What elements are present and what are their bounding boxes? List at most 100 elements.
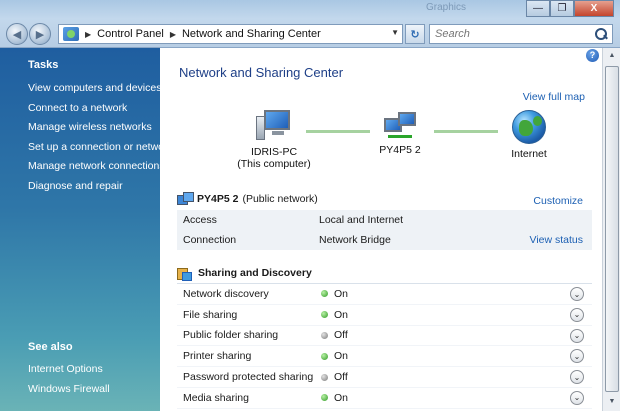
refresh-icon: ↻ (410, 28, 420, 41)
network-row-access: Access Local and Internet (177, 210, 592, 230)
task-setup-connection[interactable]: Set up a connection or network (28, 138, 173, 158)
status-on-icon (321, 394, 328, 402)
address-dropdown-icon[interactable]: ▼ (391, 28, 399, 37)
network-icon (382, 110, 418, 140)
sharing-row-printer-sharing: Printer sharing On ⌄ (177, 346, 592, 368)
search-box[interactable] (429, 24, 613, 44)
setting-label: Public folder sharing (183, 329, 279, 342)
setting-label: Printer sharing (183, 350, 252, 363)
maximize-button[interactable]: ❐ (550, 0, 574, 17)
map-network-name: PY4P5 2 (379, 144, 421, 156)
task-manage-wireless[interactable]: Manage wireless networks (28, 118, 160, 138)
search-icon[interactable] (594, 27, 608, 41)
scroll-thumb[interactable] (605, 66, 619, 392)
scroll-down-arrow-icon[interactable]: ▼ (605, 395, 619, 409)
task-view-computers[interactable]: View computers and devices (28, 79, 161, 99)
refresh-button[interactable]: ↻ (405, 24, 425, 44)
expand-chevron-icon[interactable]: ⌄ (570, 370, 584, 385)
setting-label: Network discovery (183, 287, 269, 300)
map-node-internet[interactable]: Internet (504, 110, 554, 160)
sharing-heading: Sharing and Discovery (198, 266, 312, 279)
map-link (434, 130, 498, 133)
sharing-row-public-folder: Public folder sharing Off ⌄ (177, 326, 592, 347)
vertical-scrollbar[interactable]: ▲ ▼ (602, 48, 620, 411)
network-type: (Public network) (242, 193, 318, 205)
setting-label: Password protected sharing (183, 371, 314, 384)
network-header: PY4P5 2 (Public network) (177, 188, 592, 210)
forward-button[interactable]: ▶ (29, 23, 51, 45)
background-window-title: Graphics (426, 2, 467, 13)
setting-state: Off (334, 329, 348, 342)
forward-arrow-icon: ▶ (35, 28, 45, 41)
back-button[interactable]: ◀ (6, 23, 28, 45)
setting-state: On (334, 391, 349, 404)
setting-label: Media sharing (183, 391, 249, 404)
breadcrumb-separator[interactable]: ▶ (85, 30, 91, 39)
sharing-row-file-sharing: File sharing On ⌄ (177, 305, 592, 326)
expand-chevron-icon[interactable]: ⌄ (570, 307, 584, 322)
task-connect-network[interactable]: Connect to a network (28, 99, 160, 119)
sharing-discovery-section: Sharing and Discovery Network discovery … (177, 262, 592, 409)
setting-state: Off (334, 371, 348, 384)
expand-chevron-icon[interactable]: ⌄ (570, 287, 584, 301)
setting-state: On (334, 350, 349, 363)
see-also-section: See also Internet Options Windows Firewa… (28, 341, 110, 399)
back-arrow-icon: ◀ (12, 28, 22, 41)
sharing-row-network-discovery: Network discovery On ⌄ (177, 284, 592, 305)
task-manage-connections[interactable]: Manage network connections (28, 157, 165, 177)
scroll-up-arrow-icon[interactable]: ▲ (605, 49, 619, 63)
help-icon[interactable]: ? (586, 49, 599, 62)
view-full-map-link[interactable]: View full map (523, 91, 585, 103)
row-value: Network Bridge (319, 234, 391, 246)
breadcrumb-separator[interactable]: ▶ (170, 30, 176, 39)
row-value: Local and Internet (319, 214, 404, 226)
breadcrumb-network-sharing-center[interactable]: Network and Sharing Center (182, 28, 321, 40)
see-also-internet-options[interactable]: Internet Options (28, 360, 110, 380)
row-label: Connection (183, 234, 237, 246)
tasks-heading: Tasks (28, 59, 59, 71)
computer-subtitle: (This computer) (237, 158, 311, 170)
page-title: Network and Sharing Center (179, 65, 344, 80)
window-frame: Graphics — ❐ X ◀ ▶ ▶ Control Panel ▶ Net… (0, 0, 620, 48)
network-row-connection: Connection Network Bridge View status (177, 230, 592, 250)
map-node-computer: IDRIS-PC (This computer) (236, 110, 312, 170)
see-also-windows-firewall[interactable]: Windows Firewall (28, 380, 110, 400)
sharing-row-password-protected: Password protected sharing Off ⌄ (177, 367, 592, 388)
address-bar[interactable]: ▶ Control Panel ▶ Network and Sharing Ce… (58, 24, 403, 44)
customize-link[interactable]: Customize (533, 195, 583, 207)
status-on-icon (321, 311, 328, 319)
setting-label: File sharing (183, 308, 238, 321)
breadcrumb-control-panel[interactable]: Control Panel (97, 28, 164, 40)
sharing-row-media-sharing: Media sharing On ⌄ (177, 388, 592, 409)
window-controls: — ❐ X (526, 0, 614, 17)
task-pane: Tasks View computers and devices Connect… (0, 48, 173, 411)
status-on-icon (321, 352, 328, 360)
expand-chevron-icon[interactable]: ⌄ (570, 349, 584, 364)
expand-chevron-icon[interactable]: ⌄ (570, 390, 584, 405)
setting-state: On (334, 287, 349, 300)
expand-chevron-icon[interactable]: ⌄ (570, 328, 584, 343)
map-node-network[interactable]: PY4P5 2 (372, 110, 428, 156)
computer-name: IDRIS-PC (250, 146, 298, 158)
status-off-icon (321, 373, 328, 381)
minimize-button[interactable]: — (526, 0, 550, 17)
setting-state: On (334, 308, 349, 321)
row-label: Access (183, 214, 217, 226)
sharing-icon (177, 266, 192, 281)
control-panel-icon (63, 27, 79, 41)
network-name: PY4P5 2 (197, 193, 239, 205)
sharing-header: Sharing and Discovery (177, 262, 592, 284)
task-diagnose-repair[interactable]: Diagnose and repair (28, 177, 160, 197)
search-input[interactable] (435, 28, 585, 40)
main-content: Network and Sharing Center View full map… (160, 48, 602, 411)
see-also-heading: See also (28, 341, 73, 353)
status-off-icon (321, 331, 328, 339)
computer-icon (256, 110, 292, 142)
globe-icon (512, 110, 546, 144)
map-link (306, 130, 370, 133)
status-on-icon (321, 290, 328, 298)
close-button[interactable]: X (574, 0, 614, 17)
view-status-link[interactable]: View status (530, 234, 584, 246)
network-details: PY4P5 2 (Public network) Customize Acces… (177, 188, 592, 250)
internet-label: Internet (511, 148, 547, 160)
